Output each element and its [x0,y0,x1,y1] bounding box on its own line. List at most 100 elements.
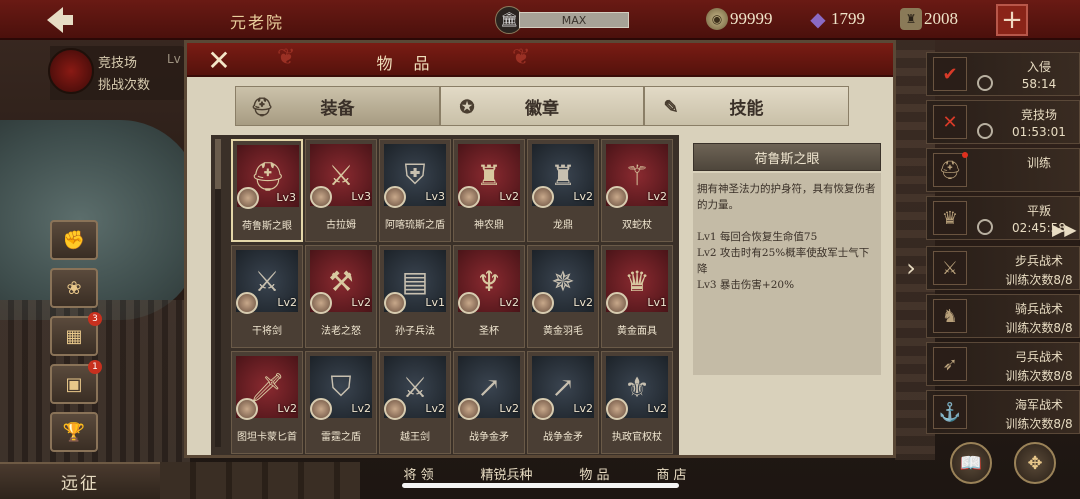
level-effect: Lv3 暴击伤害+20% [697,279,795,291]
laurel-right-icon: ❦ [512,45,531,70]
book-button[interactable]: 📖 [950,442,992,484]
item-name: 战争金矛 [543,432,583,443]
tab-label: 技能 [729,98,764,119]
notification-badge: 3 [88,312,102,326]
task-4[interactable]: ⚔ 步兵战术 训练次数8/8 [926,246,1080,290]
item-level: Lv2 [277,296,297,309]
item-slot[interactable]: ⚔ Lv2 干将剑 [231,245,303,348]
coin-value: 99999 [730,9,773,28]
item-slot[interactable]: ✵ Lv2 黄金羽毛 [527,245,599,348]
item-name: 黄金面具 [617,326,657,337]
task-name: 竞技场 [1020,108,1057,122]
task-status: 训练次数8/8 [1005,273,1073,287]
add-resource-button[interactable]: + [996,4,1028,36]
item-name: 圣杯 [479,326,499,337]
item-slot[interactable]: ⚔ Lv3 古拉姆 [305,139,377,242]
item-description: 拥有神圣法力的护身符，具有恢复伤者的力量。 [697,183,876,211]
harbor-sea [0,120,200,320]
task-0[interactable]: ✔ 入侵 58:14 [926,52,1080,96]
stamina-value: 2008 [924,9,958,28]
detail-title: 荷鲁斯之眼 [693,143,881,171]
general-avatar [310,292,332,314]
general-avatar [606,186,628,208]
item-slot[interactable]: ⚔ Lv2 越王剑 [379,351,451,454]
item-level: Lv2 [351,402,371,415]
item-name: 孙子兵法 [395,326,435,337]
item-slot[interactable]: ♜ Lv2 龙鼎 [527,139,599,242]
task-6[interactable]: ➶ 弓兵战术 训练次数8/8 [926,342,1080,386]
general-avatar [384,186,406,208]
boxing-glove-button[interactable]: ✊ [50,220,98,260]
item-slot[interactable]: ⚚ Lv2 双蛇杖 [601,139,673,242]
item-name: 神农鼎 [474,220,504,231]
item-level: Lv2 [277,402,297,415]
task-2[interactable]: ⛑ 训练 [926,148,1080,192]
general-avatar [237,187,259,209]
menu-items[interactable]: 物 品 [579,464,609,483]
task-1[interactable]: ✕ 竞技场 01:53:01 [926,100,1080,144]
item-slot[interactable]: ♛ Lv1 黄金面具 [601,245,673,348]
item-level: Lv2 [499,190,519,203]
item-slot[interactable]: ♜ Lv2 神农鼎 [453,139,525,242]
task-name: 平叛 [1026,204,1051,218]
sword-icon: ⚔ [933,251,967,285]
item-level: Lv2 [573,296,593,309]
item-level: Lv3 [425,190,445,203]
detail-panel: 拥有神圣法力的护身符，具有恢复伤者的力量。 Lv1 每回合恢复生命值75 Lv2… [693,173,881,375]
item-slot[interactable]: ⛑ Lv3 荷鲁斯之眼 [231,139,303,242]
menu-shop[interactable]: 商 店 [656,464,686,483]
item-level: Lv3 [351,190,371,203]
back-arrow-icon [47,7,73,33]
item-slot[interactable]: ⚒ Lv2 法老之怒 [305,245,377,348]
task-name: 训练 [1026,156,1051,170]
tab-equipment[interactable]: ⛑ 装备 [235,86,440,126]
item-level: Lv2 [425,402,445,415]
item-name: 雷霆之盾 [321,432,361,443]
item-slot[interactable]: ⚜ Lv2 执政官权杖 [601,351,673,454]
tab-skills[interactable]: ✎ 技能 [644,86,849,126]
arena-challenges: 挑战次数 [98,78,151,93]
book-icon: 📖 [959,452,983,474]
gem-icon: ◆ [810,8,826,31]
scrollbar-thumb[interactable] [215,139,221,189]
helmet-icon: ⛑ [250,96,274,118]
back-button[interactable] [20,4,100,36]
item-level: Lv1 [647,296,667,309]
task-7[interactable]: ⚓ 海军战术 训练次数8/8 [926,390,1080,434]
notification-badge: 1 [88,360,102,374]
tab-badges[interactable]: ✪ 徽章 [440,86,644,126]
item-name: 黄金羽毛 [543,326,583,337]
general-avatar [384,292,406,314]
expand-arrow-icon[interactable]: › [898,250,924,286]
home-indicator[interactable] [402,483,679,488]
item-slot[interactable]: ⛨ Lv3 阿喀琉斯之盾 [379,139,451,242]
general-avatar [236,398,258,420]
item-slot[interactable]: ⛉ Lv2 雷霆之盾 [305,351,377,454]
item-level: Lv2 [351,296,371,309]
general-avatar [310,398,332,420]
lotus-button[interactable]: ❀ [50,268,98,308]
map-icon: ✥ [1027,452,1043,474]
task-5[interactable]: ♞ 骑兵战术 训练次数8/8 [926,294,1080,338]
task-status: 58:14 [1021,77,1057,91]
menu-elite-units[interactable]: 精锐兵种 [480,464,532,483]
bottom-menu: 将 领 精锐兵种 物 品 商 店 [380,464,710,483]
expedition-button[interactable]: 远征 [0,462,160,499]
max-label: MAX [519,12,629,28]
trophy-button[interactable]: 🏆 [50,412,98,452]
task-status: 训练次数8/8 [1005,369,1073,383]
item-slot[interactable]: ♆ Lv2 圣杯 [453,245,525,348]
clock-icon [977,123,993,139]
map-button[interactable]: ✥ [1014,442,1056,484]
item-grid: ⛑ Lv3 荷鲁斯之眼 ⚔ Lv3 古拉姆 ⛨ Lv3 阿喀琉斯之盾 ♜ Lv2 神农鼎 ♜ Lv2 龙鼎 ⚚… [231,139,675,454]
horse-icon: ♞ [933,299,967,333]
menu-generals[interactable]: 将 领 [403,464,433,483]
item-slot[interactable]: ▤ Lv1 孙子兵法 [379,245,451,348]
clock-icon [977,219,993,235]
item-slot[interactable]: ↗ Lv2 战争金矛 [527,351,599,454]
item-slot[interactable]: 🗡 Lv2 图坦卡蒙匕首 [231,351,303,454]
fast-forward-icon[interactable]: ▶▶ [1052,220,1077,239]
general-avatar [532,186,554,208]
notification-dot [962,152,968,158]
item-slot[interactable]: ↗ Lv2 战争金矛 [453,351,525,454]
